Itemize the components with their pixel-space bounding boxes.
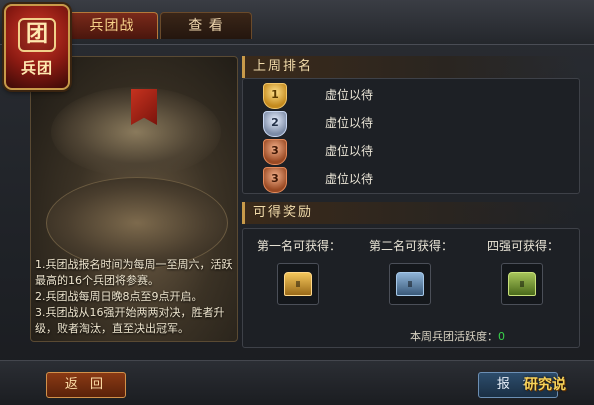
tab-view[interactable]: 查 看 [160, 12, 252, 39]
weekly-activity: 本周兵团活跃度：0 [410, 328, 505, 344]
silver-medal-icon: 2 [263, 111, 287, 137]
second-place-reward-slot[interactable] [389, 263, 431, 305]
ranking-placeholder: 虚位以待 [325, 88, 374, 102]
top-four-reward-label: 四强可获得： [486, 239, 559, 253]
ranking-row: 3 虚位以待 [243, 137, 579, 165]
green-chest-icon [508, 272, 536, 296]
gold-chest-icon [284, 272, 312, 296]
ranking-row: 2 虚位以待 [243, 109, 579, 137]
legion-emblem-icon: 团 [18, 18, 56, 52]
badge-label: 兵团 [20, 59, 53, 77]
ranking-row: 1 虚位以待 [243, 81, 579, 109]
rewards-title: 可得奖励 [242, 202, 578, 224]
site-watermark: 研究说 [524, 377, 566, 393]
tab-legion-battle[interactable]: 兵团战 [66, 12, 158, 39]
arena-disc-artwork [46, 177, 228, 269]
battle-artwork-panel: 1.兵团战报名时间为每周一至周六，活跃最高的16个兵团将参赛。 2.兵团战每周日… [30, 56, 238, 342]
activity-label: 本周兵团活跃度： [410, 330, 498, 343]
back-button[interactable]: 返 回 [46, 372, 126, 398]
ranking-placeholder: 虚位以待 [325, 144, 374, 158]
legion-badge: 团 兵团 [4, 4, 70, 90]
description-line: 2.兵团战每周日晚8点至9点开启。 [35, 290, 203, 303]
blue-chest-icon [396, 272, 424, 296]
bronze-medal-icon: 3 [263, 167, 287, 193]
top-four-reward-slot[interactable] [501, 263, 543, 305]
ranking-placeholder: 虚位以待 [325, 116, 374, 130]
bronze-medal-icon: 3 [263, 139, 287, 165]
ranking-list: 1 虚位以待 2 虚位以待 3 虚位以待 3 虚位以待 [242, 78, 580, 194]
battle-description: 1.兵团战报名时间为每周一至周六，活跃最高的16个兵团将参赛。 2.兵团战每周日… [35, 257, 235, 337]
ranking-row: 3 虚位以待 [243, 165, 579, 193]
description-line: 3.兵团战从16强开始两两对决，胜者升级，败者淘汰，直至决出冠军。 [35, 306, 225, 335]
ranking-placeholder: 虚位以待 [325, 172, 374, 186]
first-place-reward-label: 第一名可获得： [256, 239, 341, 253]
last-week-ranking-title: 上周排名 [242, 56, 578, 78]
second-place-reward-label: 第二名可获得： [368, 239, 453, 253]
gold-medal-icon: 1 [263, 83, 287, 109]
first-place-reward-slot[interactable] [277, 263, 319, 305]
description-line: 1.兵团战报名时间为每周一至周六，活跃最高的16个兵团将参赛。 [35, 258, 233, 287]
activity-value: 0 [498, 330, 505, 343]
